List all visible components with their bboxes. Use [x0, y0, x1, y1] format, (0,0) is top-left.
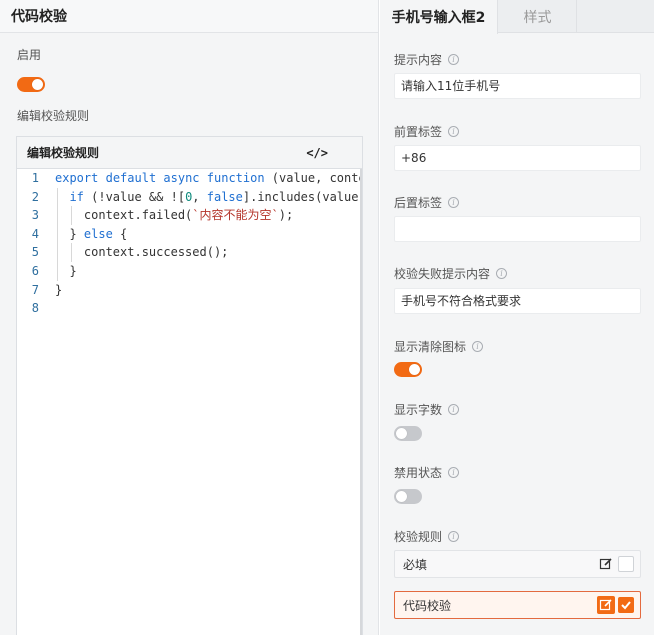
code-line: } else { [55, 224, 362, 244]
info-icon: i [472, 341, 484, 352]
toggle-knob [409, 364, 420, 375]
info-icon: i [448, 54, 460, 65]
line-number: 7 [31, 282, 39, 297]
show-clear-label: 显示清除图标 i [394, 338, 484, 355]
prefix-label: 前置标签 i [394, 123, 460, 140]
rule-item-code-validation[interactable]: 代码校验 [394, 591, 641, 619]
show-count-label-text: 显示字数 [394, 403, 443, 417]
tab-component[interactable]: 手机号输入框2 [380, 0, 498, 34]
indent-guide [57, 206, 58, 225]
hint-label: 提示内容 i [394, 51, 460, 68]
indent-guide [71, 243, 73, 262]
rule-checkbox[interactable] [618, 597, 634, 613]
fail-hint-label: 校验失败提示内容 i [394, 265, 508, 282]
line-number: 5 [31, 245, 39, 260]
editor-title: 编辑校验规则 [27, 146, 100, 160]
enable-toggle[interactable] [17, 77, 45, 92]
hint-label-text: 提示内容 [394, 53, 443, 67]
check-icon [621, 601, 631, 610]
hint-input[interactable]: 请输入11位手机号 [394, 73, 641, 99]
info-icon: i [448, 197, 460, 208]
fail-hint-label-text: 校验失败提示内容 [394, 267, 491, 281]
editor-scrollbar[interactable] [360, 169, 362, 635]
rule-checkbox[interactable] [618, 556, 634, 572]
code-icon[interactable]: </> [306, 146, 328, 160]
code-area[interactable]: 1 2 3 4 5 6 7 8 export default async fun… [17, 169, 362, 635]
rule-item-required[interactable]: 必填 [394, 550, 641, 578]
info-icon: i [448, 126, 460, 137]
disabled-label: 禁用状态 i [394, 464, 460, 481]
tab-style[interactable]: 样式 [499, 0, 577, 33]
rule-label: 必填 [403, 557, 428, 572]
info-icon: i [448, 467, 460, 478]
panel-title: 代码校验 [0, 0, 378, 33]
show-clear-toggle[interactable] [394, 362, 422, 377]
line-number: 2 [31, 189, 39, 204]
editor-header: 编辑校验规则 </> [17, 137, 362, 169]
indent-guide [71, 206, 73, 225]
rule-actions [597, 592, 634, 618]
toggle-knob [396, 491, 407, 502]
info-icon: i [448, 404, 460, 415]
code-line: context.successed(); [55, 243, 362, 262]
line-number: 1 [31, 171, 39, 185]
code-line: context.failed(`内容不能为空`); [55, 206, 362, 225]
fail-hint-input[interactable]: 手机号不符合格式要求 [394, 288, 641, 314]
indent-guide [57, 261, 58, 281]
indent-guide [57, 187, 58, 207]
toggle-knob [32, 79, 43, 90]
code-editor: 编辑校验规则 </> 1 2 3 4 5 6 7 8 export defaul… [16, 136, 363, 635]
edit-rules-label: 编辑校验规则 [17, 109, 90, 123]
info-icon: i [448, 531, 460, 542]
code-lines: export default async function (value, co… [55, 169, 362, 318]
code-validation-panel: 代码校验 启用 编辑校验规则 编辑校验规则 </> 1 2 3 4 5 6 7 … [0, 0, 379, 635]
disabled-label-text: 禁用状态 [394, 466, 443, 480]
rules-label-text: 校验规则 [394, 530, 443, 544]
info-icon: i [496, 268, 508, 279]
tab-bar: 手机号输入框2 样式 [380, 0, 654, 34]
code-line: if (!value && ![0, false].includes(value… [55, 187, 362, 207]
code-line: } [55, 261, 362, 281]
line-number-gutter: 1 2 3 4 5 6 7 8 [17, 169, 41, 318]
prefix-input[interactable]: +86 [394, 145, 641, 171]
indent-guide [57, 243, 58, 262]
edit-icon[interactable] [597, 596, 615, 614]
disabled-toggle[interactable] [394, 489, 422, 504]
show-count-toggle[interactable] [394, 426, 422, 441]
suffix-input[interactable] [394, 216, 641, 242]
suffix-label: 后置标签 i [394, 194, 460, 211]
edit-icon[interactable] [597, 555, 615, 573]
rules-label: 校验规则 i [394, 528, 460, 545]
enable-label: 启用 [17, 48, 42, 62]
line-number: 8 [31, 301, 39, 316]
indent-guide [57, 224, 58, 244]
line-number: 4 [31, 226, 39, 241]
code-line: export default async function (value, co… [55, 171, 362, 185]
rule-label: 代码校验 [403, 598, 452, 613]
code-line: } [55, 282, 63, 297]
line-number: 6 [31, 263, 39, 278]
prefix-label-text: 前置标签 [394, 125, 443, 139]
suffix-label-text: 后置标签 [394, 196, 443, 210]
toggle-knob [396, 428, 407, 439]
rule-actions [597, 551, 634, 577]
show-clear-label-text: 显示清除图标 [394, 340, 467, 354]
line-number: 3 [31, 208, 39, 223]
properties-panel: 手机号输入框2 样式 提示内容 i 请输入11位手机号 前置标签 i +86 后… [380, 0, 654, 635]
show-count-label: 显示字数 i [394, 401, 460, 418]
